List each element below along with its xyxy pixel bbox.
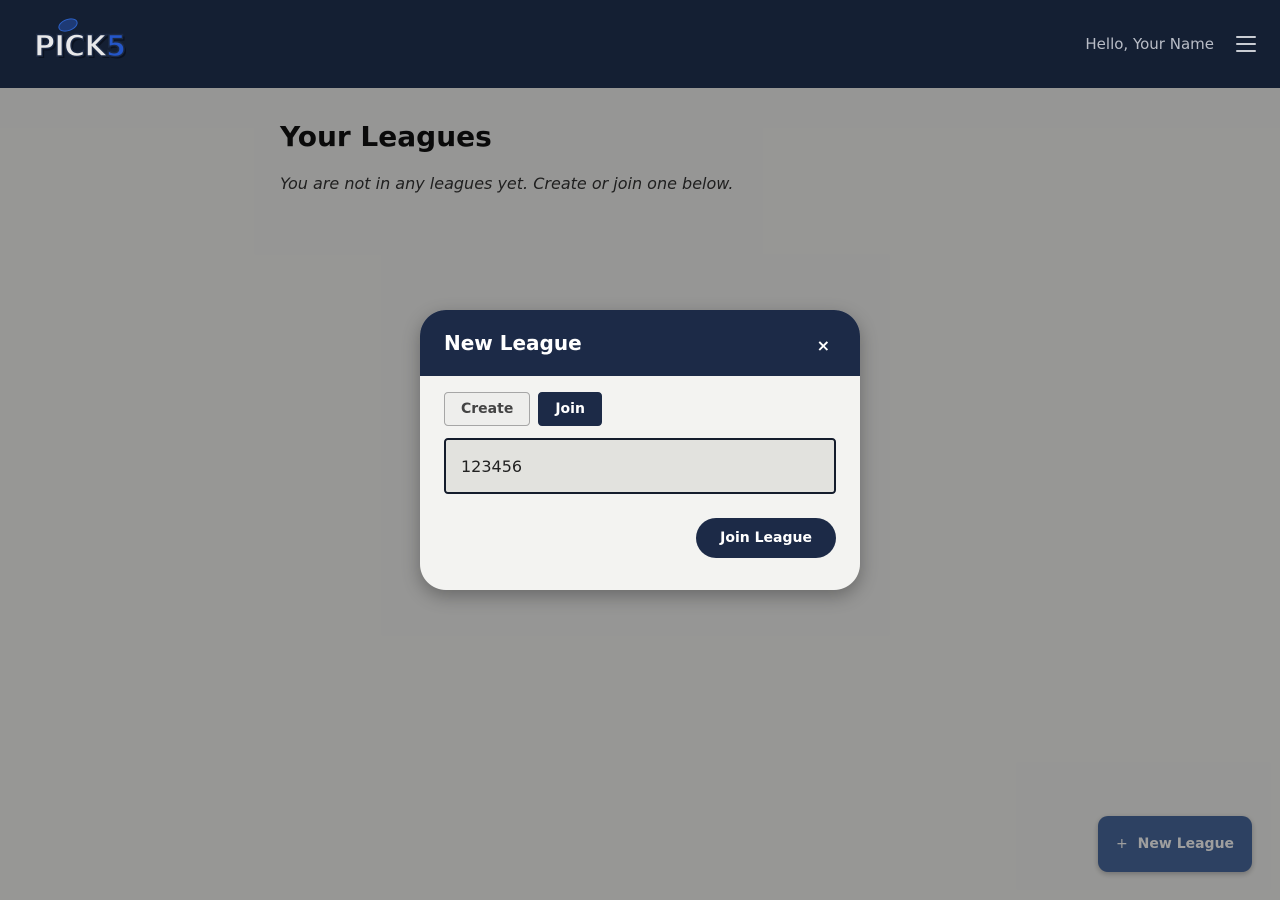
modal-actions: Join League: [444, 518, 836, 558]
modal-header: New League ×: [420, 310, 860, 376]
modal-body: Create Join Join League: [420, 376, 860, 558]
join-league-button[interactable]: Join League: [696, 518, 836, 558]
new-league-modal: New League × Create Join Join League: [420, 310, 860, 590]
logo-wordmark: PICK5: [33, 28, 127, 64]
header-user-area: Hello, Your Name: [1085, 35, 1256, 53]
pick5-logo[interactable]: PICK5: [33, 15, 156, 69]
user-greeting: Hello, Your Name: [1085, 35, 1214, 53]
league-code-input[interactable]: [444, 438, 836, 494]
close-icon[interactable]: ×: [817, 336, 830, 355]
top-navbar: PICK5 Hello, Your Name: [0, 0, 1280, 88]
tab-join[interactable]: Join: [538, 392, 602, 426]
modal-title: New League: [444, 331, 582, 355]
tab-create[interactable]: Create: [444, 392, 531, 426]
league-mode-tabs: Create Join: [444, 392, 836, 426]
hamburger-menu-icon[interactable]: [1236, 36, 1256, 52]
